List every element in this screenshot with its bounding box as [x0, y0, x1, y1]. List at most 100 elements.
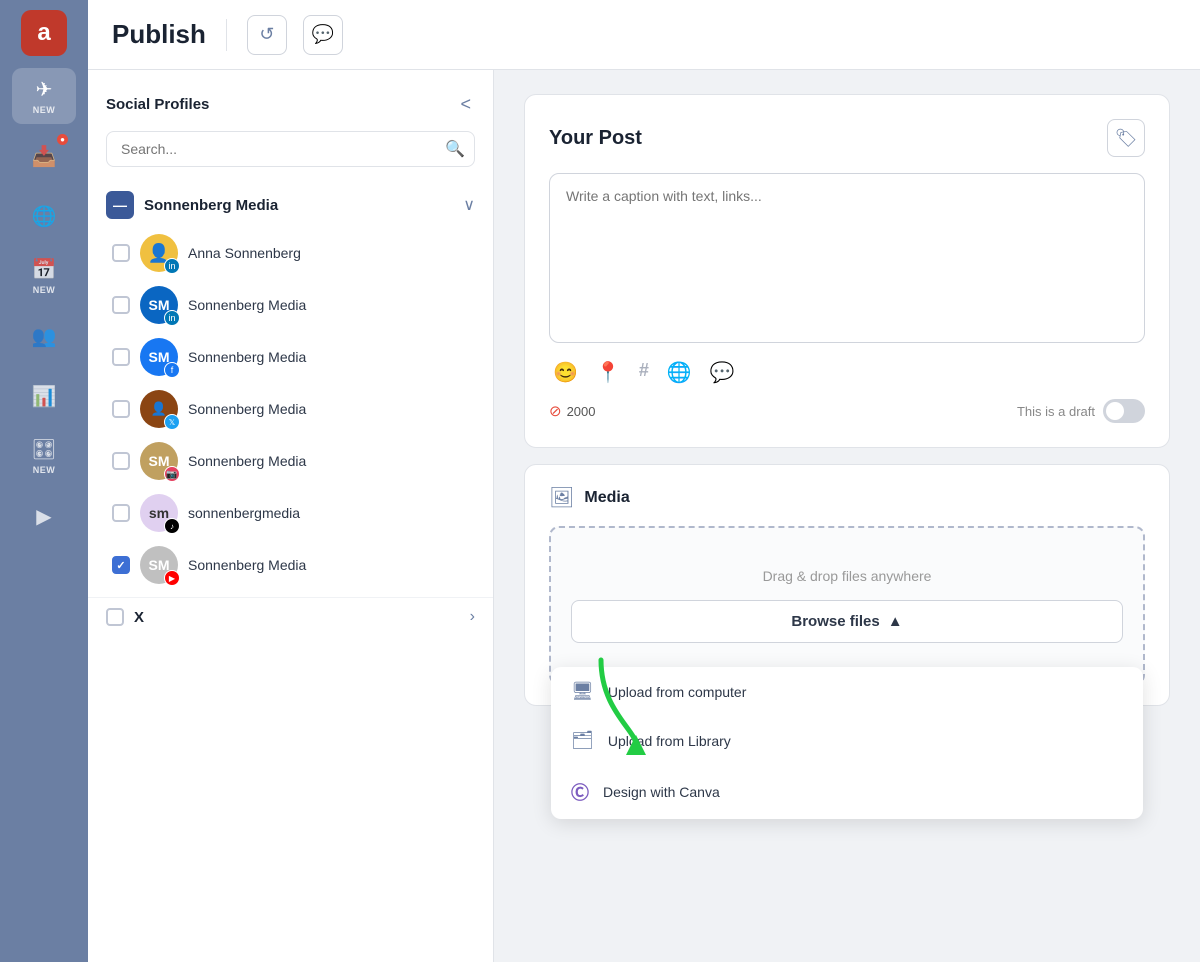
instagram-badge-5: 📷: [164, 466, 180, 482]
profile-checkbox-5[interactable]: [112, 452, 130, 470]
youtube-badge-7: ▶: [164, 570, 180, 586]
search-icon[interactable]: 🔍: [445, 139, 465, 159]
upload-library-label: Upload from Library: [608, 733, 731, 749]
hashtag-icon[interactable]: #: [639, 360, 649, 385]
main-area: Publish ↺ 💬 Social Profiles < 🔍 — Sonnen…: [88, 0, 1200, 962]
comment-icon: 💬: [312, 24, 334, 45]
profile-name-7: Sonnenberg Media: [188, 557, 306, 573]
sidebar-nav: a ✈ NEW 📥 ● 🌐 📅 NEW 👥 📊 🎛 NEW ▶: [0, 0, 88, 962]
profile-name-5: Sonnenberg Media: [188, 453, 306, 469]
nav-item-users[interactable]: 👥: [12, 308, 76, 364]
browse-files-button[interactable]: Browse files ▲: [571, 600, 1123, 643]
profile-item[interactable]: 👤 𝕏 Sonnenberg Media: [88, 383, 493, 435]
dashboard-icon: 🎛: [31, 437, 56, 462]
char-count: ⊘ 2000: [549, 402, 596, 420]
profiles-header: Social Profiles <: [88, 70, 493, 131]
warning-icon: ⊘: [549, 402, 562, 420]
x-section: X ›: [88, 597, 493, 636]
nav-new-badge-dashboard: NEW: [33, 465, 56, 475]
post-area: Your Post 🏷 😊 📍 # 🌐 💬 ⊘ 2000: [494, 70, 1200, 962]
profile-name-1: Anna Sonnenberg: [188, 245, 301, 261]
draft-toggle: This is a draft: [1017, 399, 1145, 423]
profiles-title: Social Profiles: [106, 96, 209, 113]
linkedin-badge-1: in: [164, 258, 180, 274]
social-profiles-panel: Social Profiles < 🔍 — Sonnenberg Media ∨…: [88, 70, 494, 962]
x-label: X: [134, 609, 460, 626]
twitter-badge-4: 𝕏: [164, 414, 180, 430]
browse-dropdown: 🖥 Upload from computer 🗂 Upload from Lib…: [551, 667, 1143, 819]
facebook-badge-3: f: [164, 362, 180, 378]
inbox-badge: ●: [57, 134, 68, 145]
nav-item-video[interactable]: ▶: [12, 488, 76, 544]
app-logo: a: [21, 10, 67, 56]
profile-item[interactable]: sm ♪ sonnenbergmedia: [88, 487, 493, 539]
profile-name-3: Sonnenberg Media: [188, 349, 306, 365]
drop-text: Drag & drop files anywhere: [571, 568, 1123, 584]
profile-checkbox-6[interactable]: [112, 504, 130, 522]
profile-checkbox-4[interactable]: [112, 400, 130, 418]
media-icon: 🖼: [549, 485, 574, 510]
draft-label: This is a draft: [1017, 404, 1095, 419]
avatar-wrap-5: SM 📷: [140, 442, 178, 480]
location-icon[interactable]: 📍: [596, 360, 621, 385]
history-icon: ↺: [259, 24, 274, 45]
x-checkbox[interactable]: [106, 608, 124, 626]
nav-item-analytics[interactable]: 📊: [12, 368, 76, 424]
drop-zone[interactable]: Drag & drop files anywhere Browse files …: [549, 526, 1145, 685]
avatar-wrap-3: SM f: [140, 338, 178, 376]
mention-icon[interactable]: 💬: [710, 360, 735, 385]
content-area: Social Profiles < 🔍 — Sonnenberg Media ∨…: [88, 70, 1200, 962]
linkedin-badge-2: in: [164, 310, 180, 326]
avatar-wrap-1: 👤 in: [140, 234, 178, 272]
caption-input[interactable]: [549, 173, 1145, 343]
collapse-button[interactable]: <: [456, 90, 475, 119]
media-section: 🖼 Media Drag & drop files anywhere Brows…: [524, 464, 1170, 706]
avatar-wrap-7: SM ▶: [140, 546, 178, 584]
inbox-icon: 📥: [32, 144, 57, 169]
canva-icon: Ⓒ: [571, 779, 589, 805]
profile-item[interactable]: SM ▶ Sonnenberg Media: [88, 539, 493, 591]
profile-item[interactable]: SM f Sonnenberg Media: [88, 331, 493, 383]
profile-name-4: Sonnenberg Media: [188, 401, 306, 417]
post-section-header: Your Post 🏷: [549, 119, 1145, 157]
profile-item[interactable]: SM in Sonnenberg Media: [88, 279, 493, 331]
upload-computer-item[interactable]: 🖥 Upload from computer: [551, 667, 1143, 716]
your-post-section: Your Post 🏷 😊 📍 # 🌐 💬 ⊘ 2000: [524, 94, 1170, 448]
design-canva-item[interactable]: Ⓒ Design with Canva: [551, 765, 1143, 819]
search-input[interactable]: [106, 131, 475, 167]
avatar-wrap-2: SM in: [140, 286, 178, 324]
group-name: Sonnenberg Media: [144, 197, 453, 214]
profile-checkbox-3[interactable]: [112, 348, 130, 366]
profile-item[interactable]: SM 📷 Sonnenberg Media: [88, 435, 493, 487]
profile-name-6: sonnenbergmedia: [188, 505, 300, 521]
tiktok-badge-6: ♪: [164, 518, 180, 534]
nav-item-inbox[interactable]: 📥 ●: [12, 128, 76, 184]
design-canva-label: Design with Canva: [603, 784, 720, 800]
comments-button[interactable]: 💬: [303, 15, 343, 55]
media-title: Media: [584, 489, 629, 507]
profile-name-2: Sonnenberg Media: [188, 297, 306, 313]
nav-item-publish[interactable]: ✈ NEW: [12, 68, 76, 124]
group-chevron-icon: ∨: [463, 195, 475, 215]
tag-button[interactable]: 🏷: [1107, 119, 1145, 157]
char-count-value: 2000: [567, 404, 596, 419]
browse-arrow-icon: ▲: [888, 613, 903, 630]
profile-checkbox-7[interactable]: [112, 556, 130, 574]
avatar-wrap-4: 👤 𝕏: [140, 390, 178, 428]
x-expand-icon[interactable]: ›: [470, 608, 475, 626]
computer-icon: 🖥: [571, 681, 594, 702]
toolbar: 😊 📍 # 🌐 💬: [549, 348, 1145, 389]
globe-toolbar-icon[interactable]: 🌐: [667, 360, 692, 385]
group-header[interactable]: — Sonnenberg Media ∨: [88, 183, 493, 227]
history-button[interactable]: ↺: [247, 15, 287, 55]
profile-checkbox-2[interactable]: [112, 296, 130, 314]
nav-item-listen[interactable]: 🌐: [12, 188, 76, 244]
profile-checkbox-1[interactable]: [112, 244, 130, 262]
nav-item-calendar[interactable]: 📅 NEW: [12, 248, 76, 304]
globe-icon: 🌐: [32, 204, 57, 229]
emoji-icon[interactable]: 😊: [553, 360, 578, 385]
draft-toggle-switch[interactable]: [1103, 399, 1145, 423]
nav-item-dashboard[interactable]: 🎛 NEW: [12, 428, 76, 484]
profile-item[interactable]: 👤 in Anna Sonnenberg: [88, 227, 493, 279]
upload-library-item[interactable]: 🗂 Upload from Library: [551, 716, 1143, 765]
